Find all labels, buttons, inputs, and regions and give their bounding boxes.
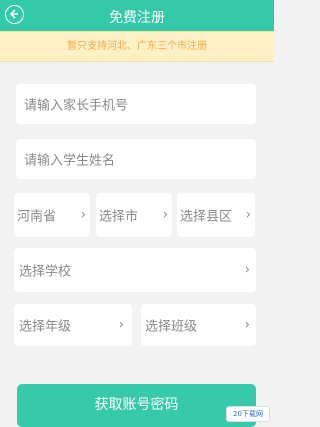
watermark-logo: 20下载网 xyxy=(226,406,270,422)
get-account-button[interactable]: 获取账号密码 xyxy=(17,384,256,427)
chevron-right-icon: › xyxy=(162,207,168,223)
school-select[interactable]: 选择学校 › xyxy=(14,248,256,292)
grade-select[interactable]: 选择年级 › xyxy=(14,304,132,346)
class-select[interactable]: 选择班级 › xyxy=(141,304,256,346)
school-value: 选择学校 xyxy=(19,264,72,280)
notice-banner: 暂只支持河北、广东三个市注册 xyxy=(0,31,274,62)
province-select[interactable]: 河南省 › xyxy=(14,193,90,237)
chevron-right-icon: › xyxy=(80,207,86,223)
student-name-placeholder: 请输入学生姓名 xyxy=(24,153,116,169)
province-value: 河南省 xyxy=(17,209,57,225)
parent-phone-placeholder: 请输入家长手机号 xyxy=(24,98,129,114)
chevron-right-icon: › xyxy=(244,262,250,278)
top-bar: 免费注册 xyxy=(0,0,274,31)
class-value: 选择班级 xyxy=(145,319,198,335)
chevron-right-icon: › xyxy=(245,207,251,223)
chevron-right-icon: › xyxy=(244,317,250,333)
grade-value: 选择年级 xyxy=(19,319,72,335)
city-value: 选择市 xyxy=(99,209,139,225)
student-name-input[interactable]: 请输入学生姓名 xyxy=(16,139,256,179)
page-title: 免费注册 xyxy=(109,10,165,26)
parent-phone-input[interactable]: 请输入家长手机号 xyxy=(16,84,256,124)
chevron-right-icon: › xyxy=(118,317,124,333)
city-select[interactable]: 选择市 › xyxy=(96,193,172,237)
county-select[interactable]: 选择县区 › xyxy=(177,193,255,237)
county-value: 选择县区 xyxy=(180,209,233,225)
